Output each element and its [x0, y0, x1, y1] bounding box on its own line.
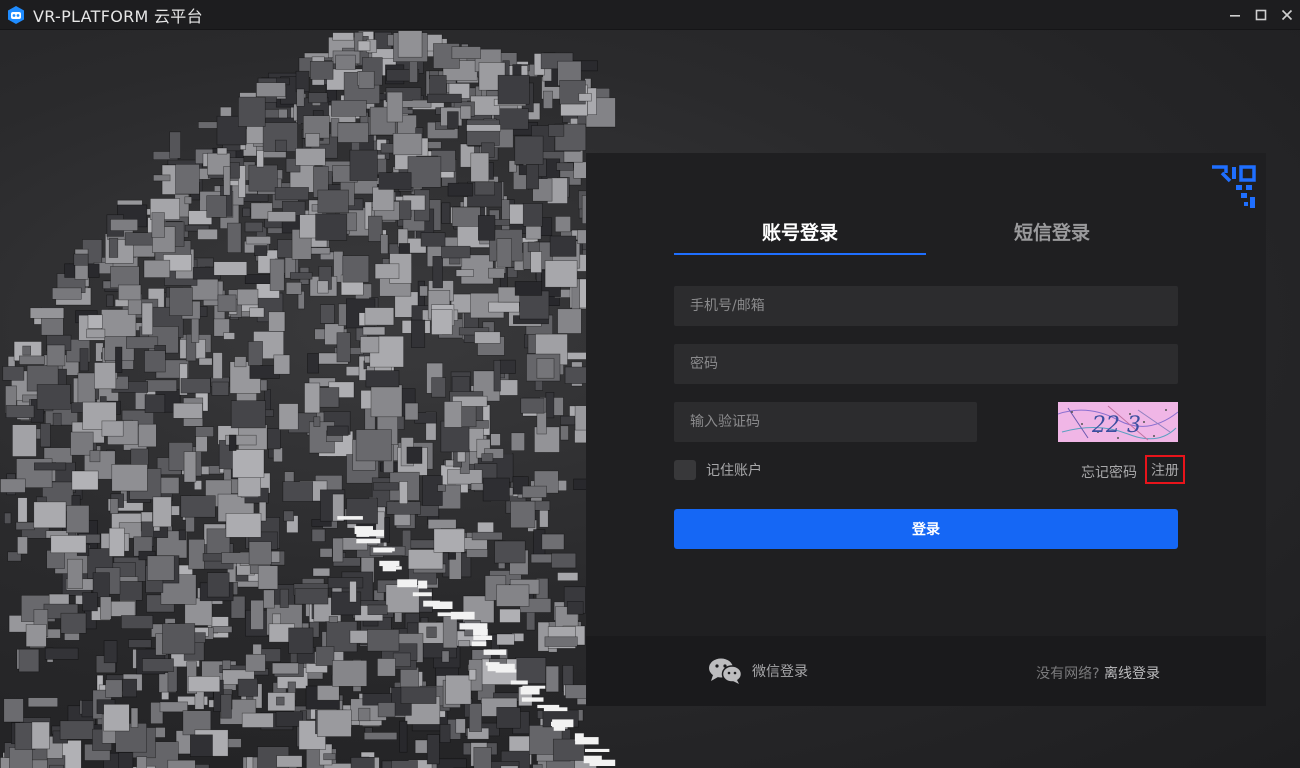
window-title: VR-PLATFORM 云平台	[33, 6, 203, 26]
offline-question: 没有网络?	[1036, 666, 1100, 682]
wechat-login[interactable]: 微信登录	[708, 658, 808, 684]
close-button[interactable]	[1274, 0, 1300, 30]
register-link[interactable]: 注册	[1145, 455, 1185, 484]
maximize-button[interactable]	[1248, 0, 1274, 30]
title-bar: VR-PLATFORM 云平台	[0, 0, 1300, 30]
login-footer: 微信登录 没有网络? 离线登录	[586, 636, 1266, 706]
login-stage: 账号登录 短信登录 22 3 记住账户 忘记密码 注册	[0, 30, 1300, 768]
password-input[interactable]	[674, 344, 1178, 384]
wechat-icon	[709, 658, 742, 684]
minimize-button[interactable]	[1222, 0, 1248, 30]
offline-login-area: 没有网络? 离线登录	[1036, 663, 1160, 683]
login-tabs: 账号登录 短信登录	[674, 215, 1178, 255]
tab-account-login[interactable]: 账号登录	[674, 215, 926, 255]
vr-platform-logo-icon	[8, 5, 24, 24]
remember-account[interactable]: 记住账户	[674, 460, 762, 480]
tab-sms-login[interactable]: 短信登录	[926, 215, 1178, 255]
login-button[interactable]: 登录	[674, 509, 1178, 549]
close-icon	[1281, 9, 1293, 21]
minimize-icon	[1230, 15, 1240, 17]
forgot-password-link[interactable]: 忘记密码	[1081, 462, 1137, 482]
wechat-login-label: 微信登录	[752, 664, 808, 680]
login-panel: 账号登录 短信登录 22 3 记住账户 忘记密码 注册	[586, 153, 1266, 706]
window-controls	[1222, 0, 1300, 30]
register-label: 注册	[1151, 462, 1179, 479]
remember-checkbox[interactable]	[674, 460, 696, 480]
captcha-text: 22 3	[1091, 413, 1141, 438]
maximize-icon	[1255, 9, 1267, 21]
remember-label: 记住账户	[706, 463, 762, 479]
phone-email-input[interactable]	[674, 286, 1178, 326]
captcha-input[interactable]	[674, 402, 977, 442]
offline-login-link[interactable]: 离线登录	[1104, 666, 1160, 682]
qr-code-corner-icon[interactable]	[1210, 163, 1256, 209]
captcha-image[interactable]: 22 3	[1058, 402, 1178, 442]
